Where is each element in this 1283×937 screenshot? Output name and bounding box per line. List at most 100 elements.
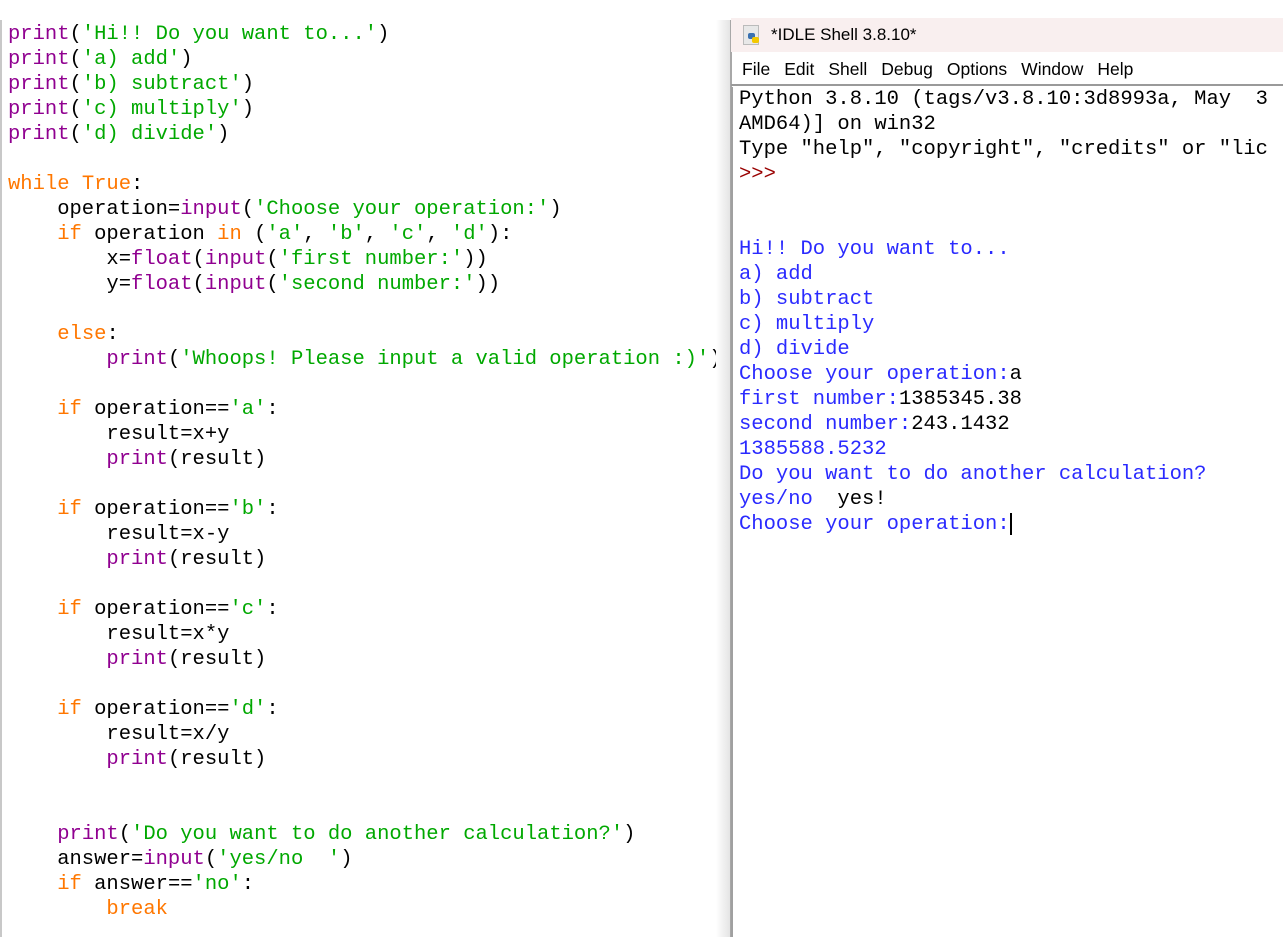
- plain-token: operation: [82, 223, 217, 246]
- shell-line: Do you want to do another calculation?: [733, 462, 1283, 487]
- code-line: result=x/y: [2, 722, 728, 747]
- window-title: *IDLE Shell 3.8.10*: [771, 25, 917, 45]
- plain-token: [8, 548, 106, 571]
- plain-token: (: [70, 23, 82, 46]
- keyword-token: else: [57, 323, 106, 346]
- string-token: 'no': [193, 873, 242, 896]
- plain-token: (result): [168, 448, 266, 471]
- menu-help[interactable]: Help: [1097, 59, 1133, 80]
- code-line: operation=input('Choose your operation:'…: [2, 197, 728, 222]
- plain-token: [70, 173, 82, 196]
- stdout-token: b) subtract: [739, 288, 874, 311]
- plain-token: :: [266, 498, 278, 521]
- plain-token: )): [463, 248, 488, 271]
- plain-token: (: [168, 348, 180, 371]
- plain-token: ,: [365, 223, 390, 246]
- code-line: if answer=='no':: [2, 872, 728, 897]
- string-token: 'Do you want to do another calculation?': [131, 823, 623, 846]
- plain-token: [8, 398, 57, 421]
- console-token: Python 3.8.10 (tags/v3.8.10:3d8993a, May…: [739, 88, 1268, 111]
- string-token: 'b': [229, 498, 266, 521]
- shell-line: Hi!! Do you want to...: [733, 237, 1283, 262]
- code-line: print('Do you want to do another calcula…: [2, 822, 728, 847]
- stdin-token: 243.1432: [911, 413, 1009, 436]
- plain-token: (: [242, 198, 254, 221]
- code-line: if operation in ('a', 'b', 'c', 'd'):: [2, 222, 728, 247]
- plain-token: (: [205, 848, 217, 871]
- plain-token: (: [193, 273, 205, 296]
- string-token: 'a) add': [82, 48, 180, 71]
- builtin-token: input: [205, 273, 267, 296]
- plain-token: :: [266, 598, 278, 621]
- console-token: AMD64)] on win32: [739, 113, 936, 136]
- code-line: result=x-y: [2, 522, 728, 547]
- plain-token: ): [340, 848, 352, 871]
- keyword-token: if: [57, 498, 82, 521]
- code-line: if operation=='c':: [2, 597, 728, 622]
- plain-token: ): [180, 48, 192, 71]
- code-line: print('Whoops! Please input a valid oper…: [2, 347, 728, 372]
- plain-token: result=x/y: [8, 723, 229, 746]
- menu-debug[interactable]: Debug: [881, 59, 933, 80]
- menu-file[interactable]: File: [742, 59, 770, 80]
- plain-token: answer==: [82, 873, 193, 896]
- code-line: else:: [2, 322, 728, 347]
- stdout-token: second number:: [739, 413, 911, 436]
- shell-line: first number:1385345.38: [733, 387, 1283, 412]
- builtin-token: print: [57, 823, 119, 846]
- code-line: print('c) multiply'): [2, 97, 728, 122]
- code-editor[interactable]: print('Hi!! Do you want to...')print('a)…: [0, 20, 728, 937]
- builtin-token: print: [106, 548, 168, 571]
- shell-output[interactable]: Python 3.8.10 (tags/v3.8.10:3d8993a, May…: [731, 87, 1283, 937]
- keyword-token: True: [82, 173, 131, 196]
- builtin-token: float: [131, 273, 193, 296]
- plain-token: ,: [426, 223, 451, 246]
- string-token: 'b) subtract': [82, 73, 242, 96]
- shell-line: Python 3.8.10 (tags/v3.8.10:3d8993a, May…: [733, 87, 1283, 112]
- plain-token: (: [70, 123, 82, 146]
- shell-line: second number:243.1432: [733, 412, 1283, 437]
- plain-token: (: [266, 273, 278, 296]
- string-token: 'Hi!! Do you want to...': [82, 23, 377, 46]
- plain-token: y=: [8, 273, 131, 296]
- shell-line: 1385588.5232: [733, 437, 1283, 462]
- plain-token: ): [242, 98, 254, 121]
- menu-window[interactable]: Window: [1021, 59, 1083, 80]
- plain-token: operation==: [82, 598, 230, 621]
- plain-token: [8, 823, 57, 846]
- plain-token: operation=: [8, 198, 180, 221]
- stdout-token: first number:: [739, 388, 899, 411]
- plain-token: (: [266, 248, 278, 271]
- string-token: 'c': [229, 598, 266, 621]
- string-token: 'a': [266, 223, 303, 246]
- menu-shell[interactable]: Shell: [828, 59, 867, 80]
- code-line: [2, 372, 728, 397]
- string-token: 'd) divide': [82, 123, 217, 146]
- stdout-token: Choose your operation:: [739, 513, 1010, 536]
- code-line: [2, 472, 728, 497]
- keyword-token: if: [57, 398, 82, 421]
- keyword-token: while: [8, 173, 70, 196]
- builtin-token: print: [106, 348, 168, 371]
- shell-line: a) add: [733, 262, 1283, 287]
- builtin-token: float: [131, 248, 193, 271]
- code-line: [2, 297, 728, 322]
- plain-token: result=x*y: [8, 623, 229, 646]
- code-line: print('b) subtract'): [2, 72, 728, 97]
- keyword-token: in: [217, 223, 242, 246]
- code-line: [2, 772, 728, 797]
- code-line: print(result): [2, 547, 728, 572]
- plain-token: :: [131, 173, 143, 196]
- plain-token: [8, 898, 106, 921]
- shell-line: AMD64)] on win32: [733, 112, 1283, 137]
- keyword-token: if: [57, 698, 82, 721]
- plain-token: operation==: [82, 398, 230, 421]
- menu-edit[interactable]: Edit: [784, 59, 814, 80]
- plain-token: [8, 648, 106, 671]
- stdout-token: d) divide: [739, 338, 850, 361]
- plain-token: ): [217, 123, 229, 146]
- text-cursor: [1010, 513, 1012, 535]
- console-token: Type "help", "copyright", "credits" or "…: [739, 138, 1268, 161]
- menu-options[interactable]: Options: [947, 59, 1007, 80]
- menu-bar: File Edit Shell Debug Options Window Help: [731, 55, 1283, 86]
